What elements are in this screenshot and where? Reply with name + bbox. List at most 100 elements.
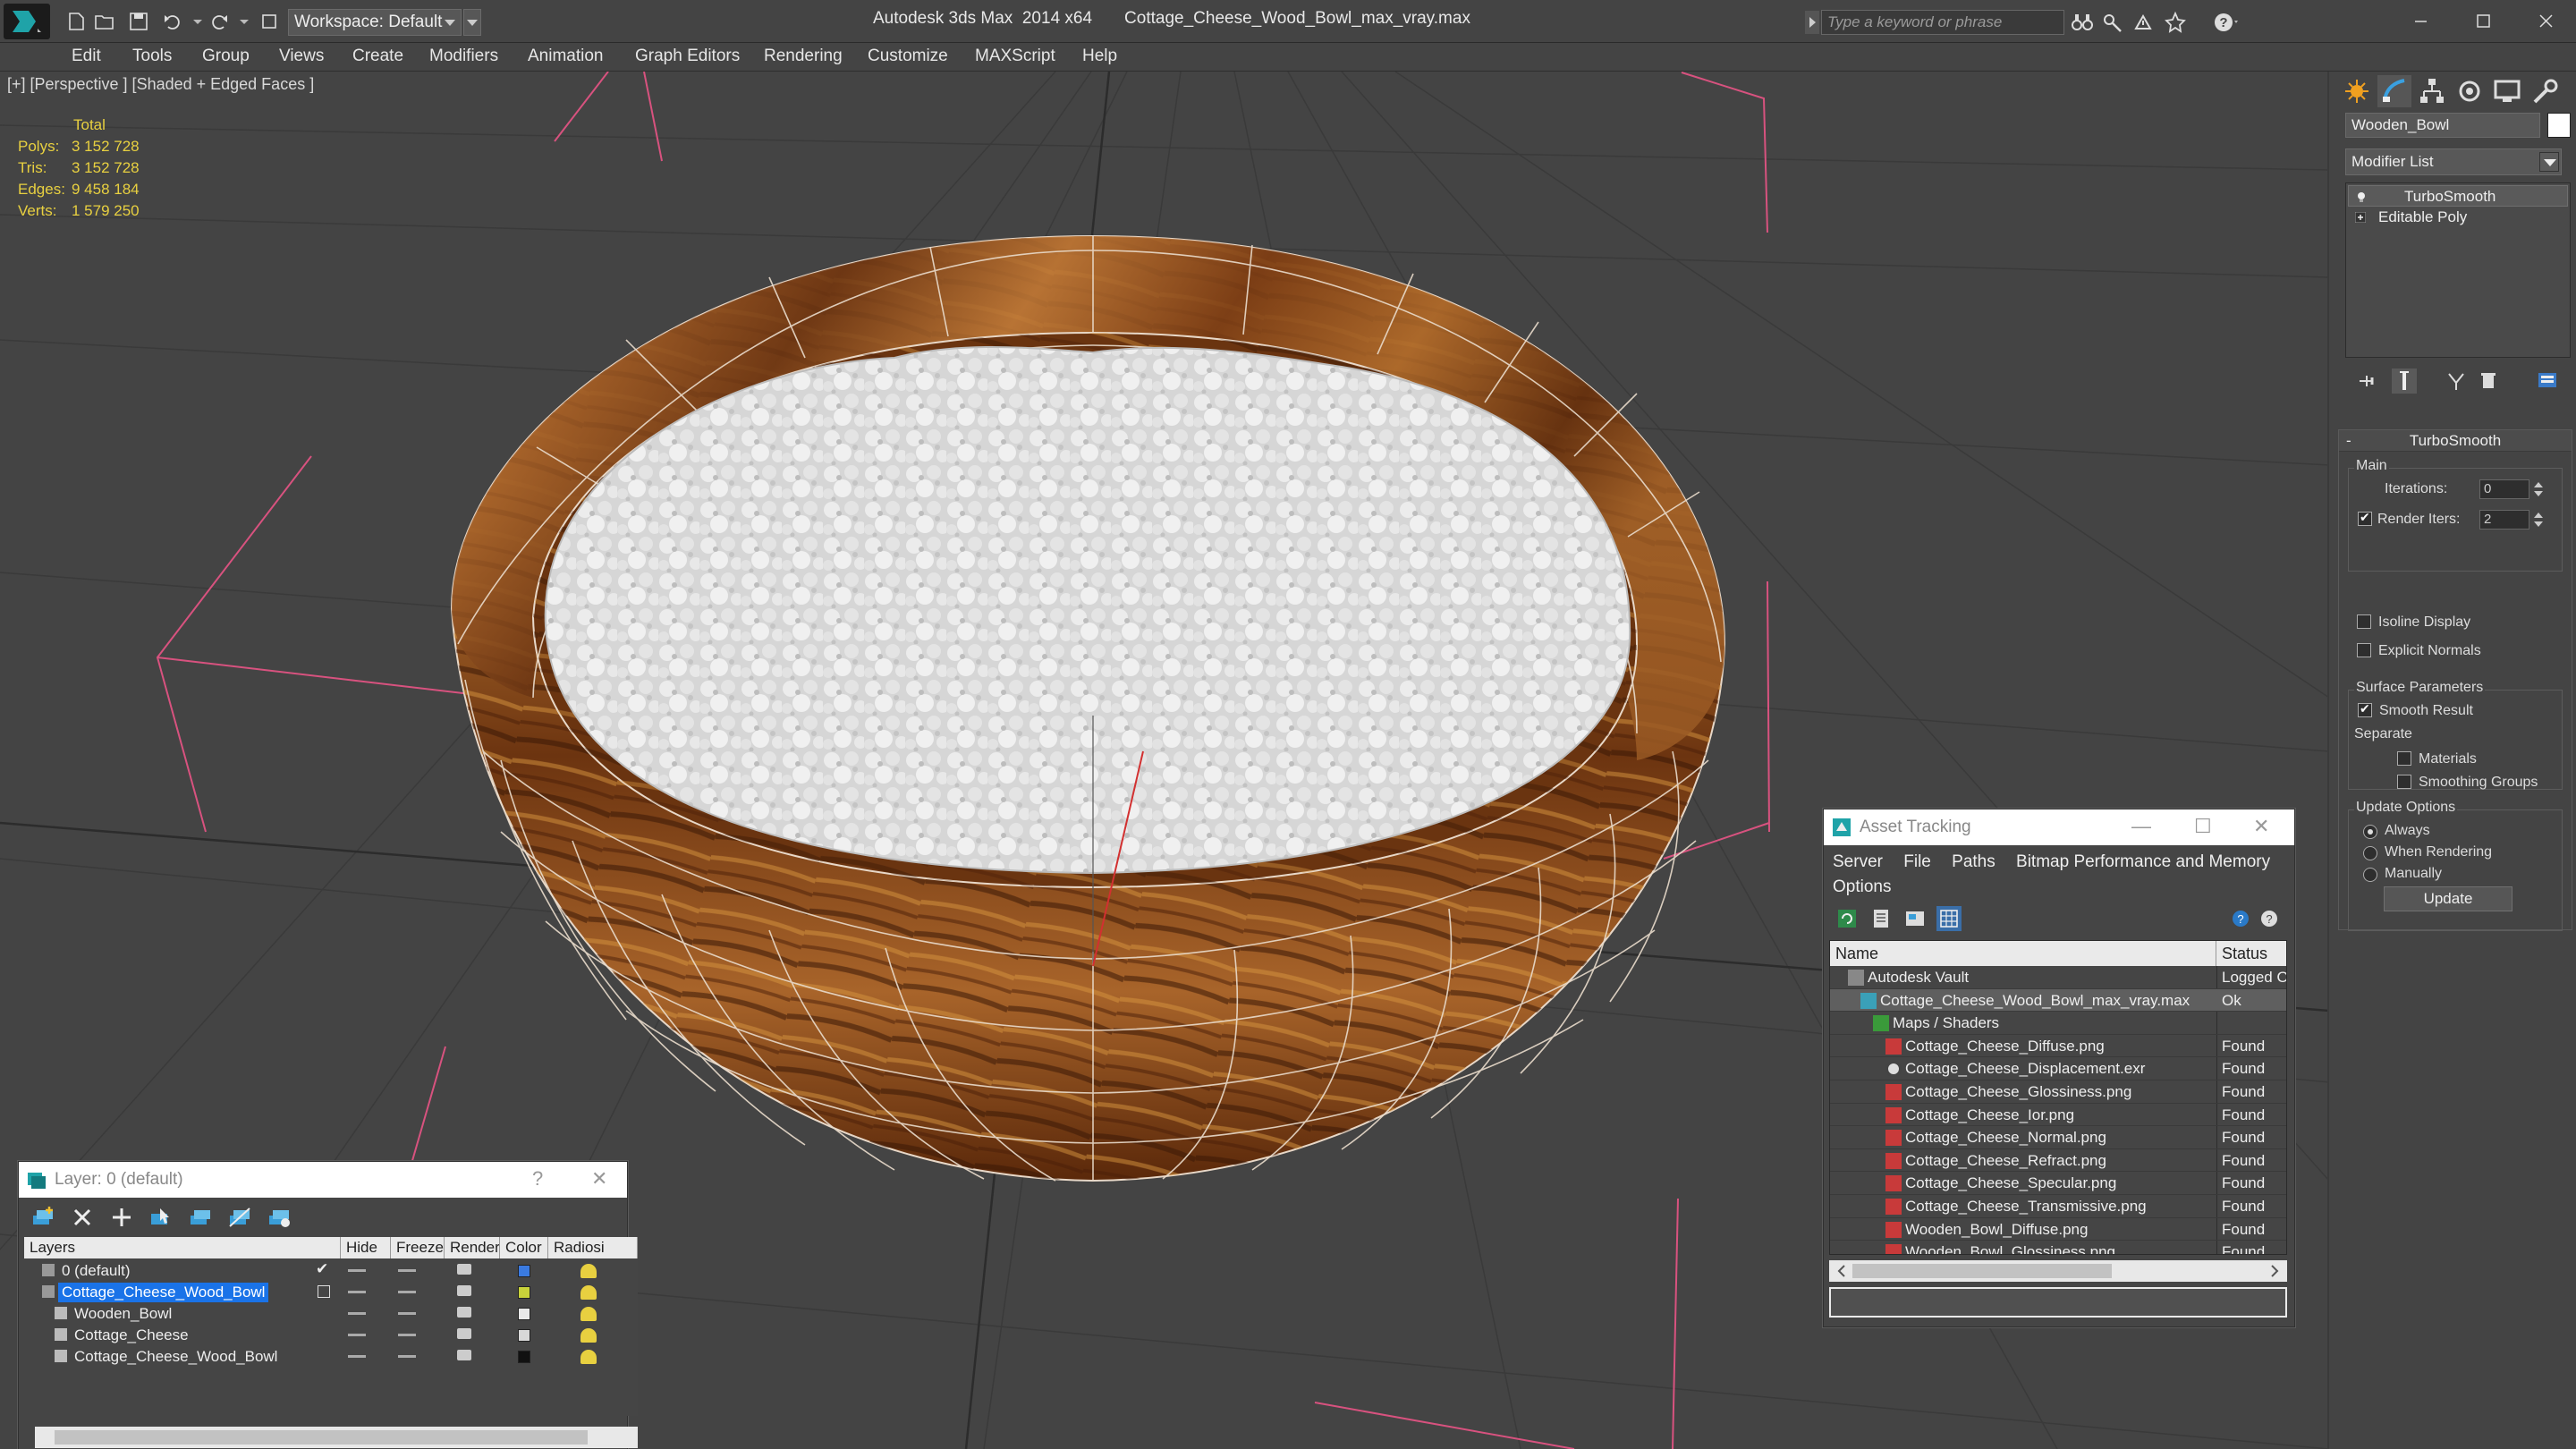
spinner-arrows-icon[interactable] [2533, 510, 2544, 530]
col-layers[interactable]: Layers [24, 1237, 341, 1258]
render-teapot-icon[interactable] [457, 1328, 471, 1339]
freeze-toggle-icon[interactable] [398, 1355, 416, 1358]
app-menu-button[interactable] [4, 4, 50, 39]
hierarchy-tab-icon[interactable] [2415, 75, 2449, 107]
undo-dropdown-icon[interactable] [186, 11, 209, 32]
asset-row[interactable]: Cottage_Cheese_Refract.png Found [1830, 1149, 2286, 1173]
display-tab-icon[interactable] [2490, 75, 2524, 107]
menu-customize[interactable]: Customize [868, 47, 948, 66]
layer-row[interactable]: Wooden_Bowl [24, 1303, 638, 1325]
menu-animation[interactable]: Animation [528, 47, 604, 66]
layer-row[interactable]: 0 (default) ✔ [24, 1260, 638, 1282]
menu-rendering[interactable]: Rendering [764, 47, 843, 66]
search-expand-button[interactable] [1805, 11, 1819, 34]
layer-manager-titlebar[interactable]: Layer: 0 (default) ? ✕ [19, 1162, 627, 1198]
update-button[interactable]: Update [2384, 886, 2512, 911]
menu-views[interactable]: Views [279, 47, 324, 66]
layer-color-swatch[interactable] [518, 1351, 530, 1363]
menu-options[interactable]: Options [1833, 877, 1891, 897]
radiosity-icon[interactable] [580, 1350, 597, 1364]
stack-item-editable-poly[interactable]: Editable Poly [2348, 207, 2568, 228]
radiosity-icon[interactable] [580, 1285, 597, 1300]
new-file-icon[interactable] [64, 11, 88, 32]
radiosity-icon[interactable] [580, 1264, 597, 1278]
expand-plus-icon[interactable] [2355, 212, 2366, 223]
freeze-all-layers-icon[interactable] [266, 1205, 292, 1230]
communication-center-icon[interactable] [2131, 11, 2156, 34]
update-when-rendering-radio[interactable] [2363, 846, 2377, 860]
hide-all-layers-icon[interactable] [226, 1205, 253, 1230]
help-icon[interactable]: ? [532, 1167, 543, 1191]
thumbnail-view-icon[interactable] [1902, 906, 1928, 931]
radiosity-icon[interactable] [580, 1328, 597, 1343]
col-radiosity[interactable]: Radiosi [548, 1237, 638, 1258]
asset-row[interactable]: Autodesk Vault Logged O [1830, 966, 2286, 989]
close-icon[interactable]: ✕ [591, 1167, 607, 1191]
asset-row[interactable]: Wooden_Bowl_Glossiness.png Found [1830, 1241, 2286, 1254]
asset-row[interactable]: Cottage_Cheese_Ior.png Found [1830, 1104, 2286, 1127]
highlight-selected-icon[interactable] [187, 1205, 214, 1230]
menu-bitmap-performance[interactable]: Bitmap Performance and Memory [2016, 852, 2270, 871]
make-unique-icon[interactable] [2444, 369, 2469, 394]
workspace-dropdown[interactable]: Workspace: Default [288, 9, 462, 36]
col-render[interactable]: Render [445, 1237, 500, 1258]
quick-access-customize-button[interactable] [463, 9, 481, 36]
vault-help-icon[interactable]: ? [2228, 906, 2253, 931]
render-teapot-icon[interactable] [457, 1350, 471, 1360]
scrollbar-thumb[interactable] [1852, 1264, 2112, 1278]
menu-file[interactable]: File [1903, 852, 1931, 871]
menu-maxscript[interactable]: MAXScript [975, 47, 1055, 66]
update-always-radio[interactable] [2363, 825, 2377, 839]
minimize-icon[interactable]: — [2131, 815, 2151, 838]
binoculars-icon[interactable] [2070, 11, 2095, 34]
freeze-toggle-icon[interactable] [398, 1269, 416, 1272]
hide-toggle-icon[interactable] [348, 1334, 366, 1336]
help-icon[interactable]: ? [2213, 11, 2238, 34]
redo-icon[interactable] [208, 11, 231, 32]
delete-layer-icon[interactable] [69, 1205, 96, 1230]
layer-color-swatch[interactable] [518, 1286, 530, 1299]
layer-row[interactable]: Cottage_Cheese_Wood_Bowl [24, 1282, 638, 1303]
render-iters-checkbox[interactable] [2358, 510, 2372, 526]
explicit-normals-checkbox[interactable] [2357, 643, 2371, 657]
col-status[interactable]: Status [2216, 941, 2286, 966]
active-layer-check-icon[interactable]: ✔ [316, 1260, 328, 1278]
horizontal-scrollbar[interactable] [35, 1427, 638, 1448]
minimize-button[interactable] [2394, 4, 2447, 39]
horizontal-scrollbar[interactable] [1829, 1260, 2287, 1282]
lightbulb-icon[interactable] [2356, 191, 2367, 202]
object-color-swatch[interactable] [2547, 113, 2571, 138]
layer-row[interactable]: Cottage_Cheese [24, 1325, 638, 1346]
hide-toggle-icon[interactable] [348, 1291, 366, 1293]
freeze-toggle-icon[interactable] [398, 1334, 416, 1336]
menu-group[interactable]: Group [202, 47, 250, 66]
table-view-icon[interactable] [1936, 906, 1962, 931]
scroll-left-icon[interactable] [1833, 1260, 1851, 1282]
smoothing-groups-checkbox[interactable] [2397, 775, 2411, 789]
maximize-button[interactable] [2456, 4, 2510, 39]
create-layer-icon[interactable] [30, 1205, 56, 1230]
add-to-layer-icon[interactable] [108, 1205, 135, 1230]
remove-modifier-icon[interactable] [2476, 369, 2501, 394]
col-hide[interactable]: Hide [341, 1237, 391, 1258]
maximize-icon[interactable]: ☐ [2194, 815, 2212, 838]
hide-toggle-icon[interactable] [348, 1312, 366, 1315]
menu-paths[interactable]: Paths [1952, 852, 1996, 871]
iterations-spinner[interactable]: 0 [2479, 479, 2529, 499]
menu-help[interactable]: Help [1082, 47, 1117, 66]
asset-row[interactable]: Cottage_Cheese_Diffuse.png Found [1830, 1035, 2286, 1058]
pin-stack-icon[interactable] [2354, 369, 2379, 394]
isoline-display-checkbox[interactable] [2357, 614, 2371, 629]
undo-icon[interactable] [161, 11, 184, 32]
layer-color-swatch[interactable] [518, 1265, 530, 1277]
open-file-icon[interactable] [93, 11, 116, 32]
menu-modifiers[interactable]: Modifiers [429, 47, 498, 66]
object-name-field[interactable]: Wooden_Bowl [2345, 113, 2540, 138]
close-button[interactable] [2519, 4, 2572, 39]
subscription-key-icon[interactable] [2100, 11, 2125, 34]
render-teapot-icon[interactable] [457, 1285, 471, 1296]
perspective-viewport[interactable]: [+] [Perspective ] [Shaded + Edged Faces… [0, 72, 2329, 1449]
redo-dropdown-icon[interactable] [233, 11, 256, 32]
create-tab-icon[interactable] [2340, 75, 2374, 107]
freeze-toggle-icon[interactable] [398, 1291, 416, 1293]
